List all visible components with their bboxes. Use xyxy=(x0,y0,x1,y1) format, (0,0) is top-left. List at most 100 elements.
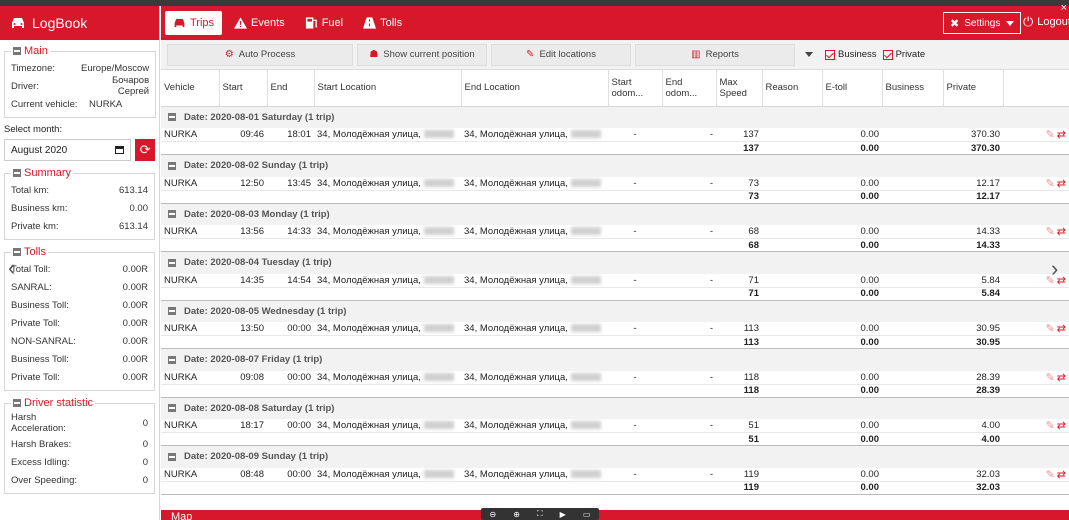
redacted-text xyxy=(570,178,601,187)
calendar-icon[interactable] xyxy=(115,146,125,154)
col-end-location[interactable]: End Location xyxy=(461,70,609,107)
reason-cell[interactable] xyxy=(762,467,822,482)
tab-fuel[interactable]: Fuel xyxy=(297,11,351,35)
reason-cell[interactable] xyxy=(762,370,822,385)
col-max-speed[interactable]: Max Speed xyxy=(716,70,763,107)
edit-icon[interactable]: ✎ xyxy=(1046,129,1055,141)
collapse-icon[interactable] xyxy=(13,47,21,55)
swap-icon[interactable]: ⇄ xyxy=(1057,420,1066,432)
col-start-odometer[interactable]: Start odom... xyxy=(608,70,663,107)
date-group-row[interactable]: Date: 2020-08-04 Tuesday (1 trip) xyxy=(161,251,1069,274)
table-row[interactable]: NURKA 09:08 00:00 34, Молодёжная улица, 34, … xyxy=(161,370,1069,385)
auto-process-button[interactable]: ⚙ Auto Process xyxy=(167,43,353,66)
collapse-icon[interactable] xyxy=(168,355,176,364)
reason-cell[interactable] xyxy=(762,419,822,433)
swap-icon[interactable]: ⇄ xyxy=(1057,469,1066,481)
fuel-pump-icon xyxy=(305,17,317,29)
edit-icon[interactable]: ✎ xyxy=(1046,469,1055,481)
start-time-cell: 09:46 xyxy=(219,128,267,142)
swap-icon[interactable]: ⇄ xyxy=(1057,372,1066,384)
end-time-cell: 14:54 xyxy=(267,273,314,288)
edit-icon[interactable]: ✎ xyxy=(1046,323,1055,335)
map-panel-bar[interactable]: Map xyxy=(161,510,1069,520)
table-row[interactable]: NURKA 09:46 18:01 34, Молодёжная улица, 34, … xyxy=(161,128,1069,142)
reason-cell[interactable] xyxy=(762,176,822,191)
date-group-row[interactable]: Date: 2020-08-07 Friday (1 trip) xyxy=(161,348,1069,371)
play-icon[interactable]: ▶ xyxy=(560,510,566,519)
col-business[interactable]: Business xyxy=(882,70,944,107)
tab-events[interactable]: Events xyxy=(226,11,293,35)
col-reason[interactable]: Reason xyxy=(762,70,823,107)
collapse-icon[interactable] xyxy=(168,113,176,122)
date-group-row[interactable]: Date: 2020-08-09 Sunday (1 trip) xyxy=(161,445,1069,468)
reason-cell[interactable] xyxy=(762,322,822,336)
collapse-icon[interactable] xyxy=(168,258,176,267)
month-input[interactable]: August 2020 xyxy=(4,139,132,161)
table-row[interactable]: NURKA 13:56 14:33 34, Молодёжная улица, 34, … xyxy=(161,225,1069,239)
end-time-cell: 00:00 xyxy=(267,370,314,385)
table-row[interactable]: NURKA 08:48 00:00 34, Молодёжная улица, 34, … xyxy=(161,467,1069,482)
swap-icon[interactable]: ⇄ xyxy=(1057,178,1066,190)
table-row[interactable]: NURKA 18:17 00:00 34, Молодёжная улица, 34, … xyxy=(161,419,1069,433)
zoom-out-icon[interactable]: ⊖ xyxy=(490,510,497,519)
col-etoll[interactable]: E-toll xyxy=(822,70,883,107)
table-row[interactable]: NURKA 13:50 00:00 34, Молодёжная улица, 34, … xyxy=(161,322,1069,336)
edit-icon[interactable]: ✎ xyxy=(1046,420,1055,432)
tab-trips[interactable]: Trips xyxy=(165,11,223,35)
checkbox-checked-icon[interactable] xyxy=(882,49,893,60)
edit-icon[interactable]: ✎ xyxy=(1046,178,1055,190)
collapse-icon[interactable] xyxy=(168,452,176,461)
chevron-down-icon[interactable] xyxy=(805,52,813,57)
swap-icon[interactable]: ⇄ xyxy=(1057,323,1066,335)
table-row[interactable]: NURKA 14:35 14:54 34, Молодёжная улица, 34, … xyxy=(161,273,1069,288)
edit-icon[interactable]: ✎ xyxy=(1046,372,1055,384)
swap-icon[interactable]: ⇄ xyxy=(1057,129,1066,141)
logout-button[interactable]: ⏻ Logout xyxy=(1023,14,1069,30)
driver-statistic-legend[interactable]: Driver statistic xyxy=(11,397,95,409)
prev-arrow-icon[interactable]: ‹ xyxy=(8,255,15,281)
col-start-location[interactable]: Start Location xyxy=(314,70,462,107)
business-checkbox[interactable]: Business xyxy=(825,49,877,60)
tab-tolls[interactable]: Tolls xyxy=(355,11,410,35)
fullscreen-icon[interactable]: ⛶ xyxy=(537,509,543,519)
date-group-row[interactable]: Date: 2020-08-03 Monday (1 trip) xyxy=(161,203,1069,225)
date-group-row[interactable]: Date: 2020-08-08 Saturday (1 trip) xyxy=(161,397,1069,419)
zoom-in-icon[interactable]: ⊕ xyxy=(513,510,520,519)
settings-dropdown[interactable]: ✖ Settings xyxy=(943,12,1022,34)
collapse-icon[interactable] xyxy=(13,399,21,407)
total-row: 71 0.00 5.84 xyxy=(161,287,1069,301)
collapse-icon[interactable] xyxy=(168,210,176,219)
collapse-icon[interactable] xyxy=(168,404,176,413)
date-group-row[interactable]: Date: 2020-08-01 Saturday (1 trip) xyxy=(161,106,1069,128)
col-start[interactable]: Start xyxy=(219,70,268,107)
reason-cell[interactable] xyxy=(762,225,822,239)
summary-legend[interactable]: Summary xyxy=(11,167,73,179)
show-position-button[interactable]: ☗ Show current position xyxy=(357,43,487,66)
col-vehicle[interactable]: Vehicle xyxy=(161,70,220,107)
table-row[interactable]: NURKA 12:50 13:45 34, Молодёжная улица, 34, … xyxy=(161,176,1069,191)
col-end[interactable]: End xyxy=(267,70,315,107)
tolls-legend[interactable]: Tolls xyxy=(11,246,48,258)
collapse-icon[interactable] xyxy=(168,161,176,170)
date-group-row[interactable]: Date: 2020-08-05 Wednesday (1 trip) xyxy=(161,300,1069,322)
collapse-icon[interactable] xyxy=(168,307,176,316)
date-group-row[interactable]: Date: 2020-08-02 Sunday (1 trip) xyxy=(161,154,1069,177)
close-icon[interactable]: × xyxy=(1061,2,1067,14)
redacted-text xyxy=(570,324,601,333)
collapse-icon[interactable] xyxy=(13,169,21,177)
checkbox-checked-icon[interactable] xyxy=(825,49,835,60)
comment-icon[interactable]: ▭ xyxy=(583,510,591,519)
next-arrow-icon[interactable]: › xyxy=(1051,256,1058,282)
col-private[interactable]: Private xyxy=(943,70,1004,107)
edit-icon[interactable]: ✎ xyxy=(1046,226,1055,238)
swap-icon[interactable]: ⇄ xyxy=(1057,226,1066,238)
refresh-button[interactable]: ⟳ xyxy=(135,139,155,161)
reason-cell[interactable] xyxy=(762,273,822,288)
col-end-odometer[interactable]: End odom... xyxy=(662,70,717,107)
reason-cell[interactable] xyxy=(762,128,822,142)
private-checkbox[interactable]: Private xyxy=(882,49,925,60)
reports-button[interactable]: ▥ Reports xyxy=(635,43,795,66)
edit-locations-button[interactable]: ✎ Edit locations xyxy=(491,43,631,66)
main-legend[interactable]: Main xyxy=(11,45,50,57)
private-toll-row: Private Toll: 0.00R xyxy=(11,371,148,383)
